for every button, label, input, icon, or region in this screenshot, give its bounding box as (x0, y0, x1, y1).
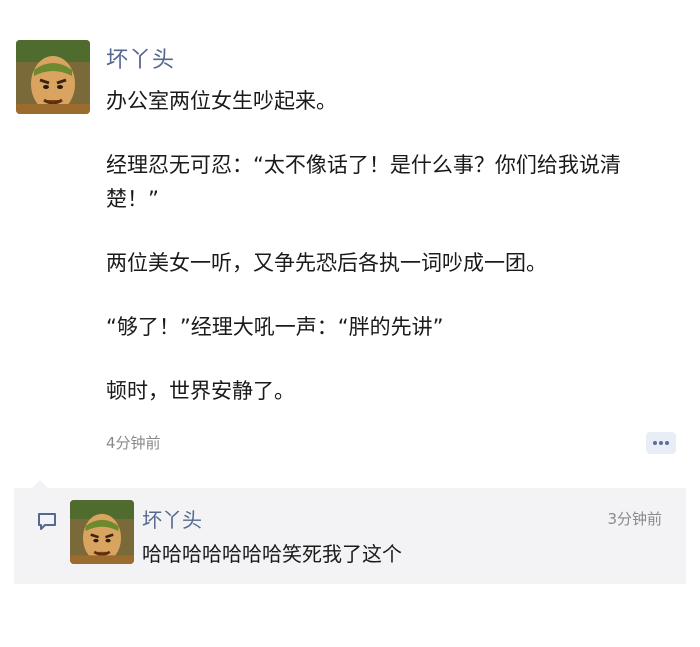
post-paragraph: 经理忍无可忍：“太不像话了！是什么事？你们给我说清楚！” (106, 153, 621, 211)
post-content: 办公室两位女生吵起来。 经理忍无可忍：“太不像话了！是什么事？你们给我说清楚！”… (106, 84, 666, 438)
commenter-avatar[interactable] (70, 500, 134, 564)
comment-timestamp: 3分钟前 (607, 510, 662, 528)
commenter-name[interactable]: 坏丫头 (142, 504, 202, 533)
comment-icon (36, 510, 58, 532)
comment-text[interactable]: 哈哈哈哈哈哈哈笑死我了这个 (142, 538, 402, 567)
author-name[interactable]: 坏丫头 (106, 42, 175, 74)
post-paragraph: 两位美女一听，又争先恐后各执一词吵成一团。 (106, 251, 547, 275)
post-paragraph: 办公室两位女生吵起来。 (106, 89, 337, 113)
comments-caret (32, 480, 48, 488)
comment-bubble-dots-icon[interactable] (646, 432, 676, 454)
post-timestamp: 4分钟前 (106, 434, 161, 452)
author-avatar[interactable] (16, 40, 90, 114)
moment-post: 坏丫头 办公室两位女生吵起来。 经理忍无可忍：“太不像话了！是什么事？你们给我说… (0, 0, 700, 647)
post-paragraph: “够了！”经理大吼一声：“胖的先讲” (106, 315, 444, 339)
comment-section: 坏丫头 3分钟前 哈哈哈哈哈哈哈笑死我了这个 (14, 488, 686, 584)
post-paragraph: 顿时，世界安静了。 (106, 379, 295, 403)
